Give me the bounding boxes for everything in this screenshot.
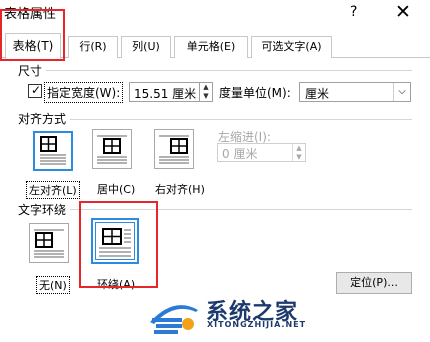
align-center-icon — [97, 135, 127, 164]
alignment-section-rule — [20, 119, 412, 120]
alignment-section-label: 对齐方式 — [18, 110, 71, 127]
unit-value: 厘米 — [305, 87, 330, 101]
wrap-section-label: 文字环绕 — [18, 201, 71, 218]
align-right-label: 右对齐(H) — [155, 183, 205, 196]
close-button[interactable]: ✕ — [395, 1, 411, 23]
tab-row[interactable]: 行(R) — [68, 36, 118, 58]
width-spinbox[interactable]: 15.51 厘米 ▲ ▼ — [129, 82, 213, 102]
chevron-down-icon[interactable]: ⌵ — [393, 83, 410, 101]
align-right-icon — [159, 135, 189, 164]
preferred-width-checkbox[interactable]: ✓ — [28, 83, 42, 98]
watermark-logo-icon — [150, 305, 198, 334]
unit-label: 度量单位(M): — [219, 86, 291, 100]
wrap-none-option[interactable] — [29, 223, 69, 263]
tab-column[interactable]: 列(U) — [121, 36, 171, 58]
spin-down-icon[interactable]: ▼ — [200, 92, 212, 101]
width-spin-buttons: ▲ ▼ — [199, 83, 212, 101]
tab-cell[interactable]: 单元格(E) — [174, 36, 248, 58]
indent-spin-buttons: ▲ ▼ — [292, 144, 305, 161]
wrap-none-label: 无(N) — [36, 276, 70, 294]
tab-highlight-box — [0, 9, 65, 61]
tab-alt-text[interactable]: 可选文字(A) — [251, 36, 332, 58]
preferred-width-label: 指定宽度(W): — [44, 82, 124, 103]
spin-up-icon: ▲ — [296, 144, 302, 152]
position-button[interactable]: 定位(P)... — [336, 272, 412, 294]
align-right-option[interactable] — [154, 129, 194, 169]
align-left-icon — [40, 136, 66, 165]
spin-down-icon: ▼ — [296, 152, 302, 161]
align-left-option[interactable] — [33, 131, 73, 171]
help-button[interactable]: ? — [350, 4, 357, 20]
spin-up-icon[interactable]: ▲ — [200, 83, 212, 92]
align-center-option[interactable] — [92, 129, 132, 169]
align-left-label: 左对齐(L) — [26, 181, 80, 199]
size-section-rule — [20, 70, 412, 71]
indent-value: 0 厘米 — [222, 147, 258, 161]
align-center-label: 居中(C) — [97, 183, 136, 196]
width-value: 15.51 厘米 — [134, 87, 197, 101]
watermark-url: XITONGZHIJIA.NET — [207, 320, 307, 329]
size-section-label: 尺寸 — [18, 62, 47, 79]
indent-spinbox: 0 厘米 ▲ ▼ — [217, 143, 306, 162]
wrap-highlight-box — [79, 201, 158, 288]
wrap-none-icon — [34, 229, 64, 258]
check-icon: ✓ — [30, 83, 42, 97]
unit-dropdown[interactable]: 厘米 ⌵ — [299, 82, 411, 102]
